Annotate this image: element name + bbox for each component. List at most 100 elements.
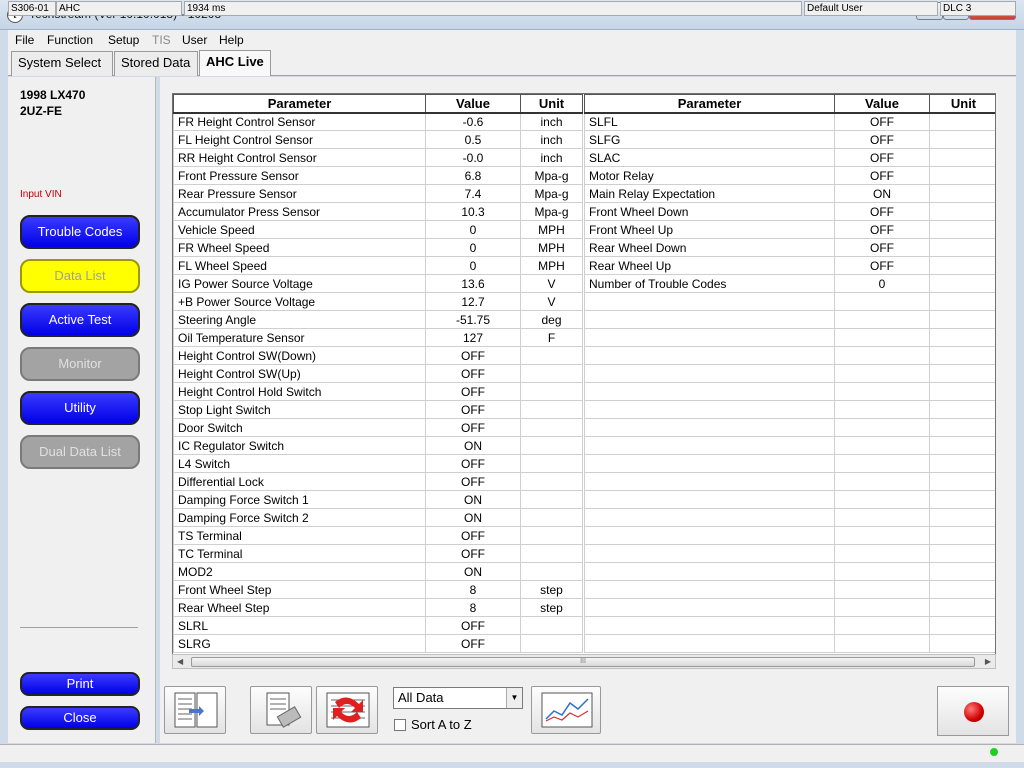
table-row[interactable]: IC Regulator Switch ON [173, 436, 583, 455]
refresh-list-button[interactable] [316, 686, 378, 734]
tab-system-select[interactable]: System Select [11, 51, 113, 76]
table-row[interactable]: +B Power Source Voltage 12.7 V [173, 292, 583, 311]
print-button[interactable]: Print [20, 672, 140, 696]
table-row[interactable]: Rear Pressure Sensor 7.4 Mpa-g [173, 184, 583, 203]
tab-stored-data[interactable]: Stored Data [114, 51, 198, 76]
menu-user[interactable]: User [182, 33, 207, 47]
table-row[interactable] [584, 616, 995, 635]
table-row[interactable]: IG Power Source Voltage 13.6 V [173, 274, 583, 293]
scroll-right-icon[interactable]: ▶ [985, 655, 991, 668]
table-row[interactable]: Steering Angle -51.75 deg [173, 310, 583, 329]
table-row[interactable] [584, 328, 995, 347]
table-row[interactable]: Height Control SW(Down) OFF [173, 346, 583, 365]
table-row[interactable]: SLAC OFF [584, 148, 995, 167]
table-row[interactable]: MOD2 ON [173, 562, 583, 581]
table-row[interactable]: Oil Temperature Sensor 127 F [173, 328, 583, 347]
table-row[interactable]: SLFG OFF [584, 130, 995, 149]
table-row[interactable]: Rear Wheel Up OFF [584, 256, 995, 275]
table-row[interactable] [584, 634, 995, 653]
table-row[interactable]: Stop Light Switch OFF [173, 400, 583, 419]
table-row[interactable] [584, 598, 995, 617]
line-chart-icon [541, 692, 593, 728]
table-row[interactable]: FR Wheel Speed 0 MPH [173, 238, 583, 257]
chevron-down-icon[interactable]: ▼ [506, 688, 522, 708]
unit-header[interactable]: Unit [929, 94, 995, 114]
value-header[interactable]: Value [834, 94, 930, 114]
table-row[interactable] [584, 526, 995, 545]
table-row[interactable] [584, 382, 995, 401]
scroll-left-icon[interactable]: ◀ [177, 655, 183, 668]
unit-cell: Mpa-g [520, 202, 583, 221]
parameter-header[interactable]: Parameter [173, 94, 426, 114]
table-row[interactable]: TS Terminal OFF [173, 526, 583, 545]
table-row[interactable] [584, 580, 995, 599]
table-row[interactable] [584, 436, 995, 455]
table-row[interactable] [584, 364, 995, 383]
table-row[interactable]: Front Wheel Step 8 step [173, 580, 583, 599]
table-row[interactable]: Front Wheel Down OFF [584, 202, 995, 221]
sort-checkbox[interactable] [394, 719, 406, 731]
table-row[interactable]: SLFL OFF [584, 112, 995, 131]
data-list-select-button[interactable] [164, 686, 226, 734]
tab-ahc-live[interactable]: AHC Live [199, 50, 271, 76]
table-row[interactable]: Accumulator Press Sensor 10.3 Mpa-g [173, 202, 583, 221]
table-row[interactable]: SLRL OFF [173, 616, 583, 635]
table-row[interactable]: Vehicle Speed 0 MPH [173, 220, 583, 239]
table-row[interactable]: SLRG OFF [173, 634, 583, 653]
menu-setup[interactable]: Setup [108, 33, 139, 47]
table-row[interactable] [584, 400, 995, 419]
dual-data-list-button[interactable]: Dual Data List [20, 435, 140, 469]
table-row[interactable] [584, 508, 995, 527]
table-row[interactable] [584, 292, 995, 311]
table-row[interactable]: Height Control Hold Switch OFF [173, 382, 583, 401]
table-row[interactable]: TC Terminal OFF [173, 544, 583, 563]
table-row[interactable]: Rear Wheel Down OFF [584, 238, 995, 257]
table-row[interactable]: FR Height Control Sensor -0.6 inch [173, 112, 583, 131]
table-row[interactable] [584, 418, 995, 437]
data-list-button[interactable]: Data List [20, 259, 140, 293]
table-row[interactable] [584, 562, 995, 581]
table-row[interactable]: Differential Lock OFF [173, 472, 583, 491]
table-row[interactable]: RR Height Control Sensor -0.0 inch [173, 148, 583, 167]
table-row[interactable]: Front Wheel Up OFF [584, 220, 995, 239]
graph-button[interactable] [531, 686, 601, 734]
scroll-thumb[interactable]: III [191, 657, 975, 667]
table-row[interactable]: Door Switch OFF [173, 418, 583, 437]
table-row[interactable]: Front Pressure Sensor 6.8 Mpa-g [173, 166, 583, 185]
table-row[interactable]: Damping Force Switch 1 ON [173, 490, 583, 509]
table-row[interactable]: FL Wheel Speed 0 MPH [173, 256, 583, 275]
table-row[interactable]: Motor Relay OFF [584, 166, 995, 185]
table-row[interactable]: Height Control SW(Up) OFF [173, 364, 583, 383]
record-button[interactable] [937, 686, 1009, 736]
table-row[interactable] [584, 490, 995, 509]
menu-function[interactable]: Function [47, 33, 93, 47]
value-header[interactable]: Value [425, 94, 521, 114]
menu-help[interactable]: Help [219, 33, 244, 47]
data-filter-dropdown[interactable]: All Data ▼ [393, 687, 523, 709]
input-vin-link[interactable]: Input VIN [20, 189, 62, 200]
close-button[interactable]: Close [20, 706, 140, 730]
table-row[interactable] [584, 454, 995, 473]
table-row[interactable] [584, 544, 995, 563]
horizontal-scrollbar[interactable]: ◀ III ▶ [172, 654, 996, 669]
table-row[interactable]: L4 Switch OFF [173, 454, 583, 473]
table-row[interactable] [584, 472, 995, 491]
menu-bar: File Function Setup TIS User Help [8, 30, 1016, 50]
menu-tis[interactable]: TIS [152, 33, 171, 47]
table-row[interactable]: FL Height Control Sensor 0.5 inch [173, 130, 583, 149]
trouble-codes-button[interactable]: Trouble Codes [20, 215, 140, 249]
monitor-button[interactable]: Monitor [20, 347, 140, 381]
table-row[interactable] [584, 310, 995, 329]
table-row[interactable]: Rear Wheel Step 8 step [173, 598, 583, 617]
parameter-header[interactable]: Parameter [584, 94, 835, 114]
active-test-button[interactable]: Active Test [20, 303, 140, 337]
unit-header[interactable]: Unit [520, 94, 583, 114]
table-row[interactable] [584, 346, 995, 365]
table-row[interactable]: Damping Force Switch 2 ON [173, 508, 583, 527]
table-row[interactable]: Number of Trouble Codes 0 [584, 274, 995, 293]
snapshot-button[interactable] [250, 686, 312, 734]
parameter-cell [584, 292, 835, 311]
utility-button[interactable]: Utility [20, 391, 140, 425]
menu-file[interactable]: File [15, 33, 34, 47]
table-row[interactable]: Main Relay Expectation ON [584, 184, 995, 203]
